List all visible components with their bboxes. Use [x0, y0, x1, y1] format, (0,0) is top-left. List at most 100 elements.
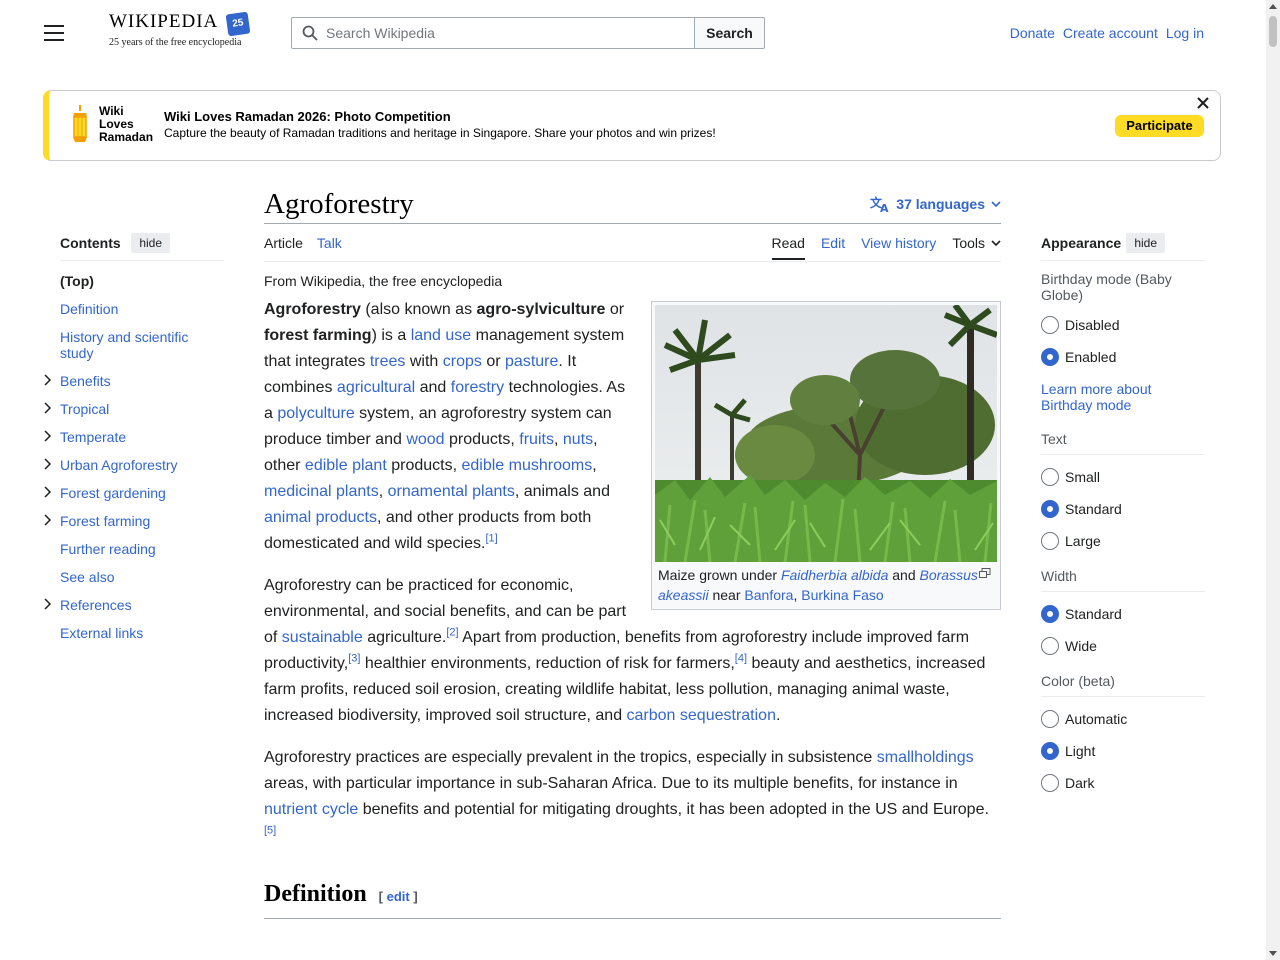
wikipedia-logo[interactable]: Wikipedia 25 25 years of the free encycl… — [109, 11, 254, 55]
tab-view-history[interactable]: View history — [861, 224, 936, 262]
toc-item-label[interactable]: Definition — [60, 301, 118, 317]
toc-item[interactable]: Urban Agroforestry — [44, 457, 224, 473]
tab-edit[interactable]: Edit — [821, 224, 845, 262]
learn-more-text[interactable]: Learn more about Birthday mode — [1041, 381, 1152, 413]
link-nutrient-cycle[interactable]: nutrient cycle — [264, 801, 358, 818]
toc-item-label[interactable]: See also — [60, 569, 114, 585]
toc-item[interactable]: History and scientific study — [60, 329, 224, 361]
chevron-right-icon[interactable] — [42, 430, 52, 442]
search-box[interactable] — [291, 17, 695, 49]
participate-button[interactable]: Participate — [1115, 115, 1204, 137]
toc-item-label[interactable]: Urban Agroforestry — [60, 457, 178, 473]
toc-item[interactable]: Further reading — [60, 541, 224, 557]
toc-item-label[interactable]: Further reading — [60, 541, 156, 557]
link-fruits[interactable]: fruits — [519, 431, 554, 448]
toc-item[interactable]: Forest farming — [44, 513, 224, 529]
toc-item[interactable]: Forest gardening — [44, 485, 224, 501]
radio-option[interactable]: Enabled — [1041, 347, 1205, 367]
appearance-hide-button[interactable]: hide — [1126, 233, 1165, 253]
search-button[interactable]: Search — [695, 17, 765, 49]
chevron-right-icon[interactable] — [42, 374, 52, 386]
scrollbar[interactable] — [1266, 0, 1280, 960]
radio-selected-icon[interactable] — [1041, 742, 1059, 760]
radio-unselected-icon[interactable] — [1041, 710, 1059, 728]
link-forestry[interactable]: forestry — [451, 379, 504, 396]
citation-4[interactable]: [4] — [735, 653, 747, 665]
radio-option[interactable]: Wide — [1041, 636, 1205, 656]
citation-5[interactable]: [5] — [264, 825, 276, 837]
link-edible-plant[interactable]: edible plant — [305, 457, 387, 474]
radio-option[interactable]: Standard — [1041, 499, 1205, 519]
search-input[interactable] — [326, 25, 666, 41]
toc-item-label[interactable]: External links — [60, 625, 143, 641]
toc-item-label[interactable]: Benefits — [60, 373, 111, 389]
toc-item[interactable]: Definition — [60, 301, 224, 317]
toc-item-label[interactable]: (Top) — [60, 273, 94, 289]
toc-item-label[interactable]: References — [60, 597, 132, 613]
toc-item[interactable]: Temperate — [44, 429, 224, 445]
chevron-right-icon[interactable] — [42, 402, 52, 414]
section-edit-link[interactable]: edit — [387, 889, 410, 904]
tools-menu[interactable]: Tools — [952, 224, 1001, 262]
link-animal-products[interactable]: animal products — [264, 509, 377, 526]
radio-option[interactable]: Disabled — [1041, 315, 1205, 335]
toc-item-label[interactable]: Temperate — [60, 429, 126, 445]
toc-item[interactable]: External links — [60, 625, 224, 641]
agroforestry-photo[interactable] — [655, 305, 997, 562]
scroll-up-icon[interactable] — [1269, 4, 1277, 9]
link-edible-mushrooms[interactable]: edible mushrooms — [461, 457, 592, 474]
chevron-right-icon[interactable] — [42, 486, 52, 498]
citation-1[interactable]: [1] — [485, 533, 497, 545]
close-icon[interactable] — [1195, 95, 1211, 111]
radio-option[interactable]: Standard — [1041, 604, 1205, 624]
main-menu-button[interactable] — [44, 25, 64, 41]
link-agricultural[interactable]: agricultural — [337, 379, 415, 396]
chevron-right-icon[interactable] — [42, 514, 52, 526]
toc-item[interactable]: (Top) — [60, 273, 224, 289]
link-wood[interactable]: wood — [406, 431, 444, 448]
link-trees[interactable]: trees — [370, 353, 406, 370]
caption-link-faidherbia[interactable]: Faidherbia albida — [781, 567, 888, 583]
toc-item[interactable]: Benefits — [44, 373, 224, 389]
radio-selected-icon[interactable] — [1041, 500, 1059, 518]
language-button[interactable]: 文A 37 languages — [870, 195, 1001, 213]
scroll-down-icon[interactable] — [1269, 951, 1277, 956]
radio-unselected-icon[interactable] — [1041, 468, 1059, 486]
caption-link-burkina-faso[interactable]: Burkina Faso — [801, 587, 883, 603]
link-pasture[interactable]: pasture — [505, 353, 558, 370]
radio-option[interactable]: Small — [1041, 467, 1205, 487]
chevron-right-icon[interactable] — [42, 458, 52, 470]
radio-unselected-icon[interactable] — [1041, 637, 1059, 655]
link-sustainable[interactable]: sustainable — [282, 629, 363, 646]
tab-read[interactable]: Read — [771, 224, 805, 260]
toc-hide-button[interactable]: hide — [131, 233, 170, 253]
radio-option[interactable]: Dark — [1041, 773, 1205, 793]
create-account-link[interactable]: Create account — [1063, 25, 1158, 41]
radio-option[interactable]: Automatic — [1041, 709, 1205, 729]
link-ornamental-plants[interactable]: ornamental plants — [388, 483, 515, 500]
link-carbon-sequestration[interactable]: carbon sequestration — [627, 707, 776, 724]
toc-item[interactable]: See also — [60, 569, 224, 585]
log-in-link[interactable]: Log in — [1166, 25, 1204, 41]
donate-link[interactable]: Donate — [1010, 25, 1055, 41]
caption-link-banfora[interactable]: Banfora — [744, 587, 793, 603]
toc-item[interactable]: Tropical — [44, 401, 224, 417]
link-medicinal-plants[interactable]: medicinal plants — [264, 483, 379, 500]
radio-option[interactable]: Large — [1041, 531, 1205, 551]
toc-item-label[interactable]: History and scientific study — [60, 329, 188, 361]
toc-item-label[interactable]: Tropical — [60, 401, 109, 417]
enlarge-icon[interactable] — [979, 568, 991, 578]
radio-selected-icon[interactable] — [1041, 348, 1059, 366]
learn-more-link[interactable]: Learn more about Birthday mode — [1041, 381, 1205, 413]
radio-unselected-icon[interactable] — [1041, 316, 1059, 334]
radio-unselected-icon[interactable] — [1041, 532, 1059, 550]
toc-item-label[interactable]: Forest gardening — [60, 485, 166, 501]
citation-3[interactable]: [3] — [348, 653, 360, 665]
toc-item-label[interactable]: Forest farming — [60, 513, 150, 529]
radio-option[interactable]: Light — [1041, 741, 1205, 761]
radio-selected-icon[interactable] — [1041, 605, 1059, 623]
scroll-thumb[interactable] — [1269, 16, 1277, 47]
link-polyculture[interactable]: polyculture — [277, 405, 354, 422]
link-crops[interactable]: crops — [443, 353, 482, 370]
toc-item[interactable]: References — [44, 597, 224, 613]
